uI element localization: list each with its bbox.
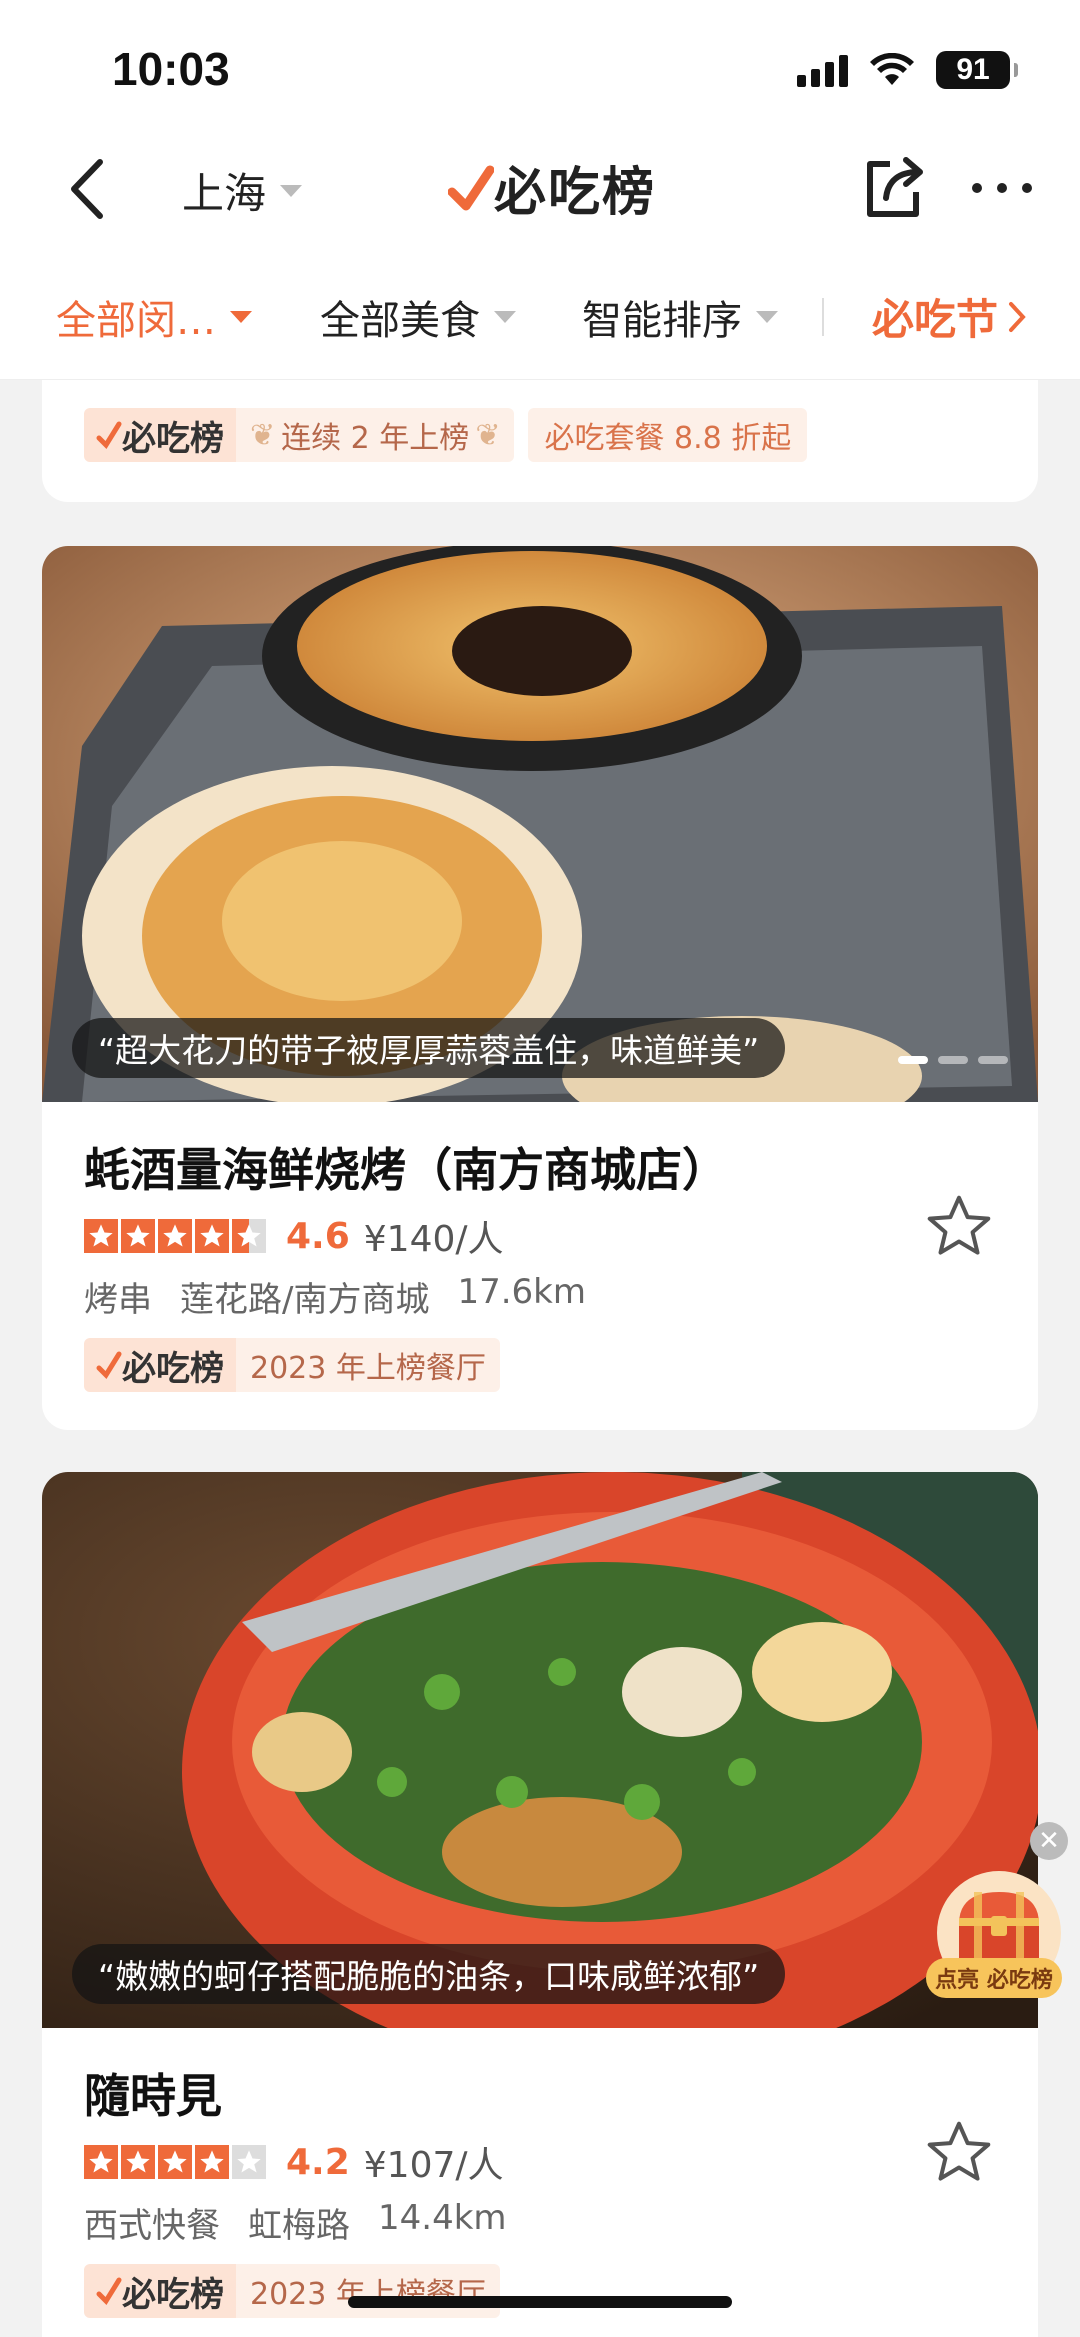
badge-row: 必吃榜 2023 年上榜餐厅 xyxy=(84,2264,500,2318)
city-label: 上海 xyxy=(182,169,267,218)
bichi-logo-text: 必吃榜 xyxy=(122,2274,224,2315)
star-icon xyxy=(195,1219,229,1253)
check-mark-icon xyxy=(96,2277,122,2305)
restaurant-card-partial[interactable]: 必吃榜 ❦ 连续 2 年上榜 ❦ 必吃套餐 8.8 折起 xyxy=(42,380,1038,502)
filter-cuisine[interactable]: 全部美食 xyxy=(320,288,516,346)
bichi-badge: 必吃榜 2023 年上榜餐厅 xyxy=(84,1338,500,1392)
restaurant-photo[interactable]: “超大花刀的带子被厚厚蒜蓉盖住，味道鲜美” xyxy=(42,546,1038,1102)
price-per-person: ¥107/人 xyxy=(363,2145,504,2186)
restaurant-distance: 14.4km xyxy=(378,2198,507,2238)
restaurant-card[interactable]: “嫩嫩的蚵仔搭配脆脆的油条，口味咸鲜浓郁” 隨時見 4.2 ¥107/人 西式快… xyxy=(42,1472,1038,2337)
laurel-right-icon: ❦ xyxy=(475,417,501,453)
star-icon xyxy=(195,2145,229,2179)
bichi-logo-text: 必吃榜 xyxy=(122,418,224,459)
star-half-icon xyxy=(232,1219,266,1253)
bichi-badge-text: ❦ 连续 2 年上榜 ❦ xyxy=(236,408,515,462)
review-quote: “嫩嫩的蚵仔搭配脆脆的油条，口味咸鲜浓郁” xyxy=(72,1944,786,2004)
restaurant-distance: 17.6km xyxy=(457,1272,586,1312)
wifi-icon xyxy=(870,53,914,85)
divider xyxy=(822,298,824,336)
more-icon[interactable] xyxy=(972,158,1032,218)
rating-row: 4.6 ¥140/人 xyxy=(84,1210,504,1262)
home-indicator[interactable] xyxy=(348,2296,732,2308)
star-icon xyxy=(121,2145,155,2179)
bichi-logo-text: 必吃榜 xyxy=(122,1348,224,1389)
status-indicators: 91 xyxy=(797,50,1018,90)
status-time: 10:03 xyxy=(112,43,230,95)
bichi-badge-label: 2023 年上榜餐厅 xyxy=(236,2264,500,2318)
star-empty-icon xyxy=(232,2145,266,2179)
signal-icon xyxy=(797,53,848,87)
filter-district[interactable]: 全部闵… xyxy=(56,288,252,346)
star-rating xyxy=(84,2145,266,2179)
bichi-badge-label: 连续 2 年上榜 xyxy=(281,421,470,456)
restaurant-card[interactable]: “超大花刀的带子被厚厚蒜蓉盖住，味道鲜美” 蚝酒量海鲜烧烤（南方商城店） 4.6… xyxy=(42,546,1038,1430)
bichi-badge-label: 2023 年上榜餐厅 xyxy=(236,1338,500,1392)
bichi-logo: 必吃榜 xyxy=(84,1338,236,1392)
star-icon xyxy=(158,2145,192,2179)
bichi-badge: 必吃榜 2023 年上榜餐厅 xyxy=(84,2264,500,2318)
price-per-person: ¥140/人 xyxy=(363,1219,504,1260)
bichi-logo: 必吃榜 xyxy=(84,2264,236,2318)
nav-bar: 上海 必吃榜 xyxy=(0,130,1080,250)
chevron-down-icon xyxy=(280,184,303,197)
close-icon[interactable]: ✕ xyxy=(1030,1822,1068,1860)
brand-logo-text: 必吃榜 xyxy=(494,162,657,223)
carousel-dots xyxy=(898,1056,1008,1064)
bichi-badge: 必吃榜 ❦ 连续 2 年上榜 ❦ xyxy=(84,408,515,462)
badge-row: 必吃榜 ❦ 连续 2 年上榜 ❦ 必吃套餐 8.8 折起 xyxy=(84,408,808,462)
chest-label[interactable]: 点亮 必吃榜 xyxy=(926,1958,1062,1998)
rating-score: 4.6 xyxy=(286,1215,350,1257)
star-icon xyxy=(121,1219,155,1253)
filter-district-label: 全部闵… xyxy=(56,298,216,344)
restaurant-meta: 西式快餐 虹梅路 14.4km xyxy=(84,2198,507,2247)
filter-sort-label: 智能排序 xyxy=(582,298,742,344)
promo-tag: 必吃套餐 8.8 折起 xyxy=(528,408,808,462)
back-icon[interactable] xyxy=(56,154,116,224)
chevron-down-icon xyxy=(756,311,778,323)
favorite-star-icon[interactable] xyxy=(922,2116,996,2190)
star-rating xyxy=(84,1219,266,1253)
rating-row: 4.2 ¥107/人 xyxy=(84,2136,504,2188)
festival-link-label: 必吃节 xyxy=(872,295,999,344)
restaurant-category: 烤串 xyxy=(84,1280,152,1320)
chevron-down-icon xyxy=(230,311,252,323)
chevron-down-icon xyxy=(494,311,516,323)
laurel-left-icon: ❦ xyxy=(250,417,276,453)
check-mark-icon xyxy=(96,1351,122,1379)
brand-logo: 必吃榜 xyxy=(448,152,657,223)
filter-sort[interactable]: 智能排序 xyxy=(582,288,778,346)
share-icon[interactable] xyxy=(860,152,926,222)
battery-icon: 91 xyxy=(936,51,1018,89)
restaurant-area: 虹梅路 xyxy=(248,2206,350,2246)
restaurant-name: 蚝酒量海鲜烧烤（南方商城店） xyxy=(84,1143,728,1197)
rating-score: 4.2 xyxy=(286,2141,350,2183)
festival-link[interactable]: 必吃节 xyxy=(872,286,1026,347)
filter-cuisine-label: 全部美食 xyxy=(320,298,480,344)
restaurant-meta: 烤串 莲花路/南方商城 17.6km xyxy=(84,1272,586,1321)
restaurant-name: 隨時見 xyxy=(84,2069,222,2123)
check-mark-icon xyxy=(96,421,122,449)
restaurant-category: 西式快餐 xyxy=(84,2206,220,2246)
city-selector[interactable]: 上海 xyxy=(182,160,303,221)
badge-row: 必吃榜 2023 年上榜餐厅 xyxy=(84,1338,500,1392)
restaurant-photo[interactable]: “嫩嫩的蚵仔搭配脆脆的油条，口味咸鲜浓郁” xyxy=(42,1472,1038,2028)
status-bar: 10:03 91 xyxy=(0,0,1080,130)
restaurant-area: 莲花路/南方商城 xyxy=(180,1280,430,1320)
filter-bar: 全部闵… 全部美食 智能排序 必吃节 xyxy=(0,250,1080,380)
check-mark-icon xyxy=(448,165,494,211)
star-icon xyxy=(158,1219,192,1253)
bichi-logo: 必吃榜 xyxy=(84,408,236,462)
star-icon xyxy=(84,1219,118,1253)
star-icon xyxy=(84,2145,118,2179)
review-quote: “超大花刀的带子被厚厚蒜蓉盖住，味道鲜美” xyxy=(72,1018,786,1078)
favorite-star-icon[interactable] xyxy=(922,1190,996,1264)
chevron-right-icon xyxy=(1009,301,1026,332)
